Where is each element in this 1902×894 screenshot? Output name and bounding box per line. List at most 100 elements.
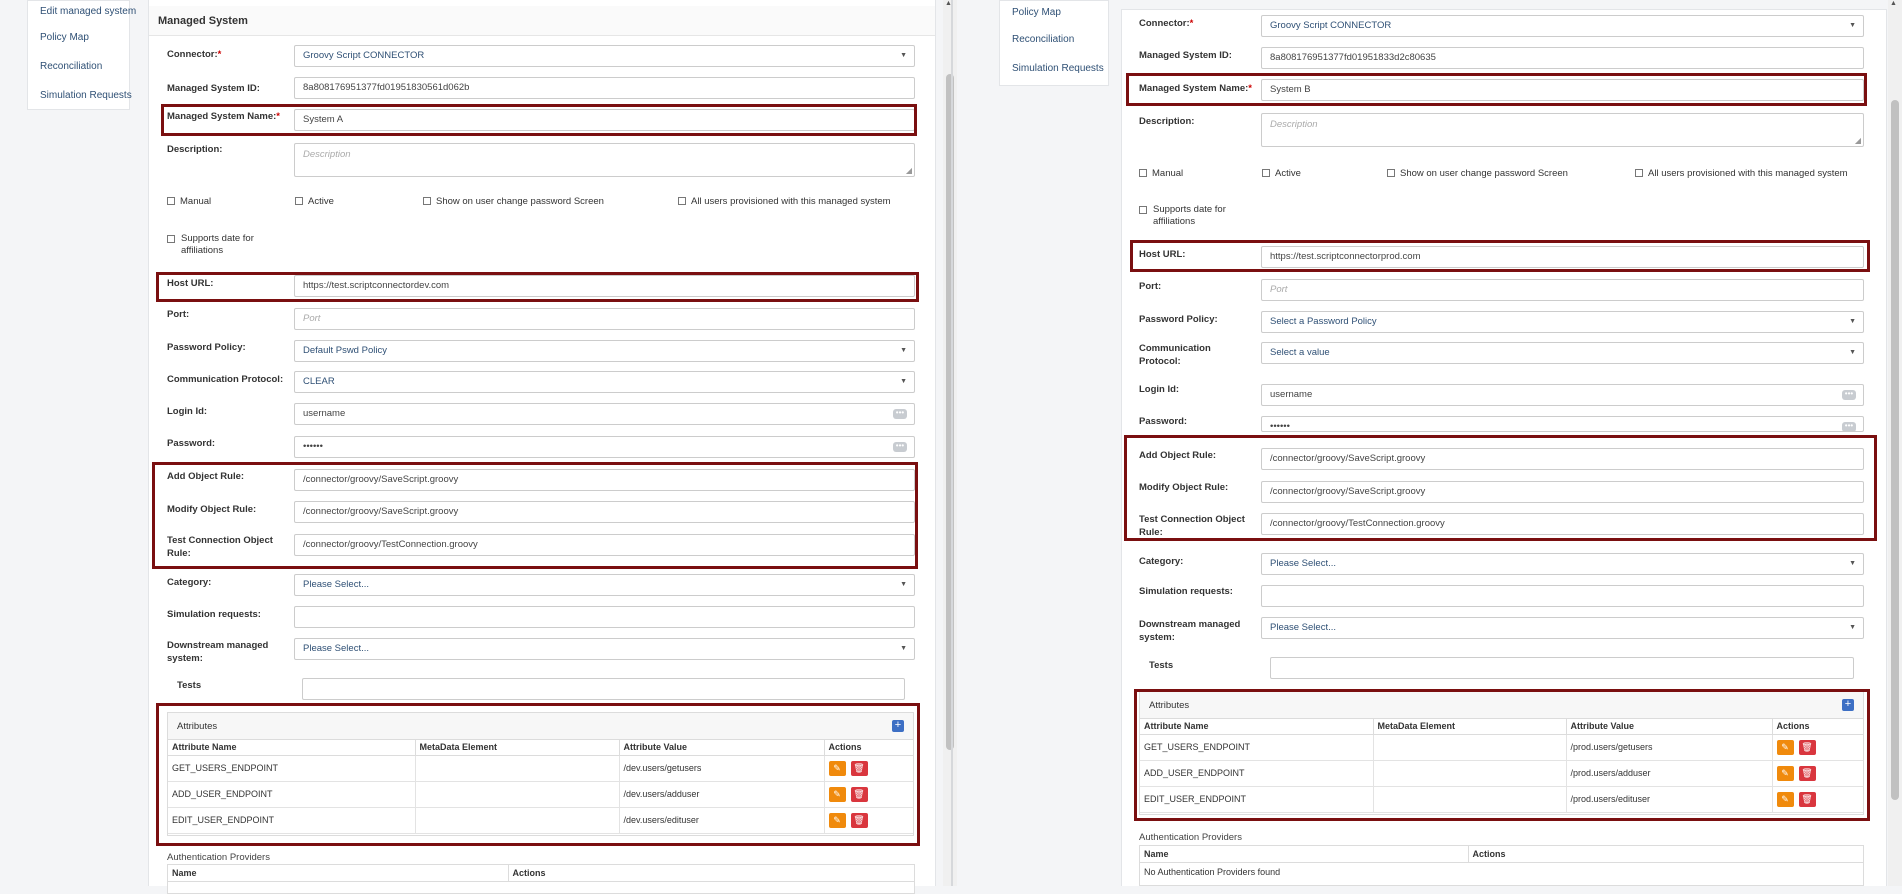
panel-title: Managed System xyxy=(149,6,935,36)
supports-date-checkbox[interactable]: Supports date for affiliations xyxy=(1139,204,1239,228)
tests-label: Tests xyxy=(177,680,202,691)
show-on-change-password-checkbox[interactable]: Show on user change password Screen xyxy=(423,196,604,208)
active-checkbox[interactable]: Active xyxy=(295,196,334,208)
connector-select[interactable]: Groovy Script CONNECTOR ▼ xyxy=(1261,15,1864,37)
communication-protocol-label: Communication Protocol: xyxy=(1139,343,1211,367)
tests-label: Tests xyxy=(1149,660,1174,671)
caret-down-icon: ▼ xyxy=(900,378,907,385)
managed-system-id-field[interactable]: 8a808176951377fd01951833d2c80635 xyxy=(1261,47,1864,69)
caret-down-icon: ▼ xyxy=(900,52,907,59)
authentication-providers-title: Authentication Providers xyxy=(167,852,270,863)
manual-checkbox[interactable]: Manual xyxy=(1139,168,1183,180)
description-textarea[interactable]: Description ◢ xyxy=(1261,113,1864,147)
password-field[interactable]: •••••• ••• xyxy=(1261,416,1864,432)
more-icon[interactable]: ••• xyxy=(1842,390,1856,400)
highlight-box xyxy=(156,272,919,302)
category-label: Category: xyxy=(1139,556,1184,567)
downstream-managed-system-select[interactable]: Please Select... ▼ xyxy=(1261,617,1864,639)
col-name: Name xyxy=(1140,846,1469,863)
login-id-label: Login Id: xyxy=(1139,384,1180,395)
resize-grip-icon: ◢ xyxy=(1854,136,1861,145)
all-users-provisioned-checkbox[interactable]: All users provisioned with this managed … xyxy=(1635,168,1848,180)
caret-down-icon: ▼ xyxy=(900,581,907,588)
login-id-label: Login Id: xyxy=(167,406,208,417)
left-side-nav: Edit managed system Policy Map Reconcili… xyxy=(27,0,136,110)
highlight-box xyxy=(1134,689,1870,821)
port-label: Port: xyxy=(1139,281,1162,292)
description-label: Description: xyxy=(1139,116,1195,127)
connector-label: Connector:* xyxy=(1139,18,1194,29)
password-label: Password: xyxy=(1139,416,1188,427)
nav-policy-map[interactable]: Policy Map xyxy=(1000,1,1108,25)
simulation-requests-field[interactable] xyxy=(1261,585,1864,607)
more-icon[interactable]: ••• xyxy=(1842,422,1856,431)
col-actions: Actions xyxy=(1468,846,1863,863)
downstream-managed-system-label: Downstream managed system: xyxy=(1139,619,1241,643)
authentication-providers-title: Authentication Providers xyxy=(1139,832,1242,843)
port-field[interactable]: Port xyxy=(1261,279,1864,301)
login-id-field[interactable]: username ••• xyxy=(294,403,915,425)
password-policy-select[interactable]: Default Pswd Policy ▼ xyxy=(294,340,915,362)
managed-system-id-field[interactable]: 8a808176951377fd01951830561d062b xyxy=(294,77,915,99)
communication-protocol-select[interactable]: Select a value ▼ xyxy=(1261,342,1864,364)
downstream-managed-system-select[interactable]: Please Select... ▼ xyxy=(294,638,915,660)
communication-protocol-label: Communication Protocol: xyxy=(167,374,284,385)
password-policy-label: Password Policy: xyxy=(167,342,246,353)
more-icon[interactable]: ••• xyxy=(893,409,907,419)
caret-down-icon: ▼ xyxy=(1849,560,1856,567)
password-policy-label: Password Policy: xyxy=(1139,314,1218,325)
highlight-box xyxy=(1130,240,1870,272)
left-scrollbar[interactable]: ▲ xyxy=(943,0,957,886)
description-textarea[interactable]: Description ◢ xyxy=(294,143,915,177)
nav-simulation-requests[interactable]: Simulation Requests xyxy=(28,81,132,110)
nav-edit-managed-system[interactable]: Edit managed system xyxy=(28,1,136,23)
caret-down-icon: ▼ xyxy=(1849,624,1856,631)
more-icon[interactable]: ••• xyxy=(893,442,907,452)
description-label: Description: xyxy=(167,144,223,155)
tests-field[interactable] xyxy=(1270,657,1854,679)
nav-reconciliation[interactable]: Reconciliation xyxy=(1000,25,1108,54)
highlight-box xyxy=(156,703,920,846)
nav-policy-map[interactable]: Policy Map xyxy=(28,23,129,52)
tests-field[interactable] xyxy=(302,678,905,700)
password-policy-select[interactable]: Select a Password Policy ▼ xyxy=(1261,311,1864,333)
highlight-box xyxy=(1124,435,1877,541)
connector-select[interactable]: Groovy Script CONNECTOR ▼ xyxy=(294,45,915,67)
scrollbar-thumb[interactable] xyxy=(1891,100,1899,800)
no-providers-message: No Authentication Providers found xyxy=(1144,866,1281,877)
right-scrollbar[interactable]: ▲ xyxy=(1888,0,1902,886)
login-id-field[interactable]: username ••• xyxy=(1261,384,1864,406)
manual-checkbox[interactable]: Manual xyxy=(167,196,211,208)
port-field[interactable]: Port xyxy=(294,308,915,330)
col-name: Name xyxy=(168,865,509,882)
downstream-managed-system-label: Downstream managed system: xyxy=(167,640,269,664)
highlight-box xyxy=(161,104,917,136)
all-users-provisioned-checkbox[interactable]: All users provisioned with this managed … xyxy=(678,196,891,208)
password-label: Password: xyxy=(167,438,216,449)
show-on-change-password-checkbox[interactable]: Show on user change password Screen xyxy=(1387,168,1568,180)
simulation-requests-field[interactable] xyxy=(294,606,915,628)
simulation-requests-label: Simulation requests: xyxy=(1139,586,1233,597)
authentication-providers-table: Name Actions No Authentication Providers… xyxy=(1139,845,1864,886)
highlight-box xyxy=(1126,73,1867,106)
managed-system-id-label: Managed System ID: xyxy=(1139,50,1232,61)
managed-system-id-label: Managed System ID: xyxy=(167,83,260,94)
password-field[interactable]: •••••• ••• xyxy=(294,436,915,458)
scroll-up-icon[interactable]: ▲ xyxy=(1890,0,1897,7)
communication-protocol-select[interactable]: CLEAR ▼ xyxy=(294,371,915,393)
nav-reconciliation[interactable]: Reconciliation xyxy=(28,52,129,81)
supports-date-checkbox[interactable]: Supports date for affiliations xyxy=(167,233,267,257)
caret-down-icon: ▼ xyxy=(1849,318,1856,325)
right-side-nav: Policy Map Reconciliation Simulation Req… xyxy=(999,0,1109,86)
connector-label: Connector:* xyxy=(167,49,222,60)
port-label: Port: xyxy=(167,309,190,320)
highlight-box xyxy=(152,462,918,569)
category-select[interactable]: Please Select... ▼ xyxy=(294,574,915,596)
authentication-providers-table: Name Actions xyxy=(167,864,915,894)
col-actions: Actions xyxy=(508,865,914,882)
category-select[interactable]: Please Select... ▼ xyxy=(1261,553,1864,575)
nav-simulation-requests[interactable]: Simulation Requests xyxy=(1000,54,1108,83)
caret-down-icon: ▼ xyxy=(900,347,907,354)
active-checkbox[interactable]: Active xyxy=(1262,168,1301,180)
caret-down-icon: ▼ xyxy=(1849,349,1856,356)
